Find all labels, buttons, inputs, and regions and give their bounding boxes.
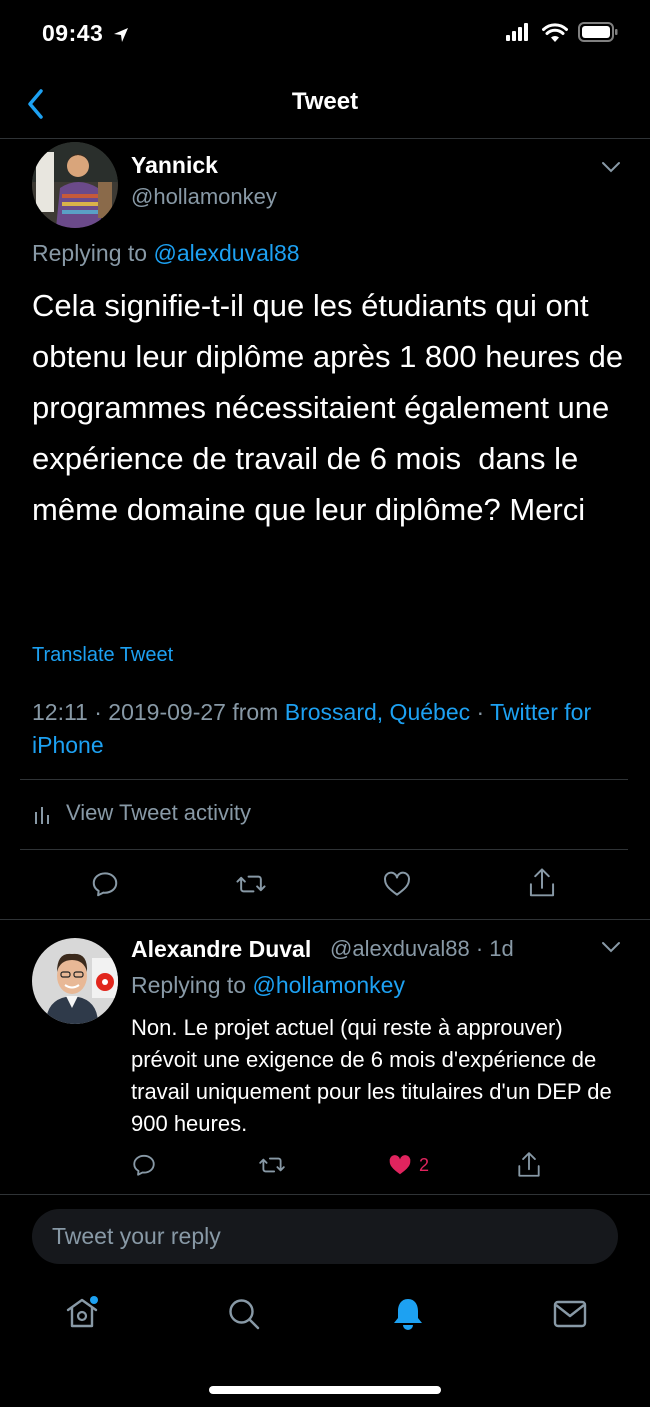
- heart-icon: [384, 871, 410, 896]
- tweet-location-link[interactable]: Brossard, Québec: [285, 699, 470, 725]
- reply-icon: [92, 872, 118, 897]
- translate-tweet-link[interactable]: Translate Tweet: [32, 644, 173, 667]
- nav-divider: [0, 138, 650, 139]
- messages-icon: [553, 1300, 587, 1328]
- replying-to-link[interactable]: @hollamonkey: [252, 972, 404, 998]
- reply-retweet-button[interactable]: [258, 1152, 286, 1178]
- chevron-down-icon: [602, 162, 620, 173]
- reply-avatar[interactable]: [32, 938, 118, 1024]
- tweet-menu-button[interactable]: [600, 160, 622, 179]
- avatar-image: [32, 142, 118, 228]
- tab-messages[interactable]: [552, 1298, 588, 1335]
- battery-icon: [578, 22, 618, 42]
- author-name[interactable]: Yannick: [131, 152, 218, 179]
- divider: [0, 1194, 650, 1195]
- reply-icon: [133, 1154, 155, 1176]
- reply-like-button[interactable]: 2: [387, 1152, 429, 1178]
- replying-to-line: Replying to @alexduval88: [32, 240, 300, 267]
- reply-input[interactable]: Tweet your reply: [32, 1209, 618, 1264]
- reply-author-name[interactable]: Alexandre Duval: [131, 936, 311, 963]
- tab-home[interactable]: [64, 1295, 100, 1336]
- reply-reply-button[interactable]: [131, 1152, 157, 1178]
- wifi-icon: [542, 22, 568, 42]
- avatar[interactable]: [32, 142, 118, 228]
- status-time-text: 09:43: [42, 20, 104, 46]
- tweet-metadata: 12:11 · 2019-09-27 from Brossard, Québec…: [32, 696, 632, 762]
- status-time: 09:43: [42, 20, 130, 47]
- replying-prefix: Replying to: [131, 972, 253, 998]
- activity-icon: [33, 804, 51, 829]
- chevron-down-icon: [602, 942, 620, 953]
- home-icon: [66, 1296, 98, 1328]
- tab-notifications[interactable]: [390, 1296, 426, 1337]
- divider: [20, 849, 628, 850]
- share-icon: [518, 1152, 540, 1177]
- author-handle[interactable]: @hollamonkey: [131, 184, 277, 210]
- like-button[interactable]: [382, 869, 412, 899]
- search-icon: [229, 1299, 260, 1330]
- home-indicator[interactable]: [209, 1386, 441, 1394]
- reply-replying-to-line: Replying to @hollamonkey: [131, 972, 405, 999]
- tweet-timestamp: 12:11 · 2019-09-27 from: [32, 699, 285, 725]
- meta-separator: ·: [470, 699, 491, 725]
- divider: [20, 779, 628, 780]
- view-tweet-activity-link[interactable]: View Tweet activity: [66, 800, 251, 826]
- tab-search[interactable]: [226, 1296, 262, 1337]
- notifications-icon: [394, 1299, 422, 1330]
- reply-menu-button[interactable]: [600, 940, 622, 959]
- like-count: 2: [419, 1154, 430, 1175]
- status-icons: [506, 22, 618, 42]
- replying-prefix: Replying to: [32, 240, 154, 266]
- retweet-icon: [259, 1157, 285, 1173]
- reply-avatar-image: [32, 938, 118, 1024]
- retweet-button[interactable]: [235, 869, 267, 899]
- reply-share-button[interactable]: [516, 1151, 542, 1179]
- reply-input-placeholder: Tweet your reply: [52, 1223, 221, 1249]
- share-button[interactable]: [527, 867, 557, 899]
- location-arrow-icon: [114, 27, 129, 42]
- cellular-signal-icon: [506, 23, 528, 41]
- tweet-text: Cela signifie-t-il que les étudiants qui…: [32, 288, 632, 527]
- page-title: Tweet: [291, 88, 359, 115]
- heart-filled-icon: [389, 1155, 411, 1175]
- retweet-icon: [236, 875, 266, 893]
- reply-author-handle[interactable]: @alexduval88 · 1d: [330, 936, 514, 962]
- divider: [0, 919, 650, 920]
- reply-button[interactable]: [90, 869, 120, 899]
- share-icon: [529, 868, 555, 897]
- replying-to-link[interactable]: @alexduval88: [153, 240, 299, 266]
- reply-text: Non. Le projet actuel (qui reste à appro…: [131, 1015, 612, 1136]
